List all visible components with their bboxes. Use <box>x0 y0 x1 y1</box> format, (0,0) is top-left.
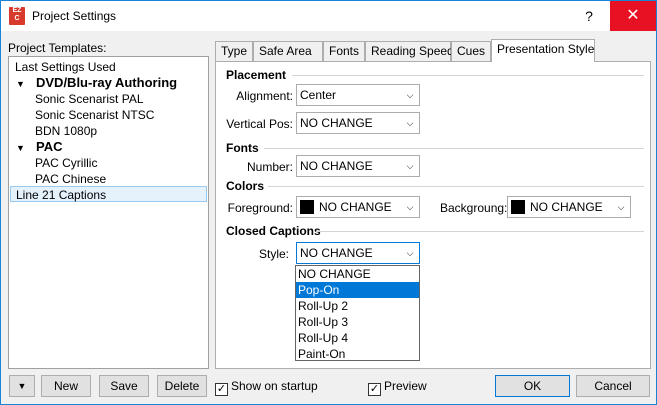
tree-item-label: DVD/Blu-ray Authoring <box>36 75 178 90</box>
project-settings-window: EZ C Project Settings ? ✕ Project Templa… <box>0 0 657 405</box>
expand-arrow-icon[interactable]: ▼ <box>16 140 28 156</box>
style-label: Style: <box>258 247 289 261</box>
project-templates-tree[interactable]: Last Settings Used ▼ DVD/Blu-ray Authorin… <box>8 56 209 369</box>
tab-safe-area[interactable]: Safe Area <box>253 41 323 61</box>
alignment-select[interactable]: Center ⌵ <box>296 84 420 106</box>
tree-item-label: PAC Cyrillic <box>35 156 98 170</box>
presentation-style-panel: Placement Alignment: Center ⌵ Vertical Po… <box>215 61 651 369</box>
app-icon-bottom-text: C <box>14 15 20 22</box>
chevron-down-icon: ⌵ <box>617 202 625 212</box>
delete-button[interactable]: Delete <box>157 375 207 397</box>
vertical-pos-select[interactable]: NO CHANGE ⌵ <box>296 112 420 134</box>
caption-style-select[interactable]: NO CHANGE ⌵ <box>296 242 420 264</box>
save-button[interactable]: Save <box>99 375 149 397</box>
option-pop-on[interactable]: Pop-On <box>296 282 419 298</box>
placement-heading: Placement <box>226 68 287 82</box>
background-value: NO CHANGE <box>530 200 603 214</box>
option-paint-on[interactable]: Paint-On <box>296 346 419 362</box>
tab-cues[interactable]: Cues <box>451 41 491 61</box>
tree-item-label: Last Settings Used <box>15 60 116 74</box>
fonts-heading: Fonts <box>226 141 259 155</box>
triangle-down-icon: ▼ <box>17 381 27 391</box>
tree-item-label: BDN 1080p <box>35 124 98 138</box>
foreground-label: Foreground: <box>227 201 293 215</box>
tree-group-dvd-bluray-authoring[interactable]: ▼ DVD/Blu-ray Authoring <box>16 75 177 91</box>
tree-item-label: PAC <box>36 139 63 154</box>
chevron-down-icon: ⌵ <box>406 118 414 128</box>
fonts-separator <box>264 148 644 149</box>
tree-item-pac-chinese[interactable]: PAC Chinese <box>35 171 106 187</box>
expand-arrow-icon[interactable]: ▼ <box>16 76 28 92</box>
chevron-down-icon: ⌵ <box>406 161 414 171</box>
checkmark-icon[interactable]: ✓ <box>215 383 228 396</box>
tab-fonts[interactable]: Fonts <box>323 41 365 61</box>
option-roll-up-3[interactable]: Roll-Up 3 <box>296 314 419 330</box>
tree-item-label: Sonic Scenarist PAL <box>35 92 144 106</box>
help-button[interactable]: ? <box>575 1 603 31</box>
tree-group-pac[interactable]: ▼ PAC <box>16 139 62 155</box>
option-roll-up-2[interactable]: Roll-Up 2 <box>296 298 419 314</box>
option-no-change[interactable]: NO CHANGE <box>296 266 419 282</box>
foreground-value: NO CHANGE <box>319 200 392 214</box>
font-number-select[interactable]: NO CHANGE ⌵ <box>296 155 420 177</box>
caption-style-value: NO CHANGE <box>300 246 373 260</box>
closed-captions-heading: Closed Captions <box>226 224 321 238</box>
preview-checkbox[interactable]: ✓ Preview <box>368 379 427 396</box>
option-roll-up-4[interactable]: Roll-Up 4 <box>296 330 419 346</box>
number-label: Number: <box>246 160 293 174</box>
app-icon: EZ C <box>9 7 25 25</box>
colors-separator <box>268 186 644 187</box>
foreground-color-select[interactable]: NO CHANGE ⌵ <box>296 196 420 218</box>
closed-captions-separator <box>316 231 644 232</box>
tree-item-label: PAC Chinese <box>35 172 107 186</box>
ok-button[interactable]: OK <box>495 375 570 397</box>
cancel-button[interactable]: Cancel <box>576 375 650 397</box>
alignment-value: Center <box>300 88 337 102</box>
vertical-pos-value: NO CHANGE <box>300 116 373 130</box>
tree-item-line-21-captions[interactable]: Line 21 Captions <box>10 186 207 202</box>
chevron-down-icon: ⌵ <box>406 248 414 258</box>
foreground-color-swatch <box>300 200 314 214</box>
tab-type[interactable]: Type <box>215 41 253 61</box>
background-color-swatch <box>511 200 525 214</box>
close-button[interactable]: ✕ <box>610 1 656 31</box>
caption-style-dropdown-list[interactable]: NO CHANGE Pop-On Roll-Up 2 Roll-Up 3 Rol… <box>295 265 420 361</box>
checkmark-icon[interactable]: ✓ <box>368 383 381 396</box>
window-title: Project Settings <box>32 9 117 23</box>
templates-menu-button[interactable]: ▼ <box>9 375 35 397</box>
preview-label: Preview <box>384 379 427 393</box>
tree-item-pac-cyrillic[interactable]: PAC Cyrillic <box>35 155 97 171</box>
tree-item-last-settings-used[interactable]: Last Settings Used <box>15 59 116 75</box>
chevron-down-icon: ⌵ <box>406 202 414 212</box>
tree-item-sonic-scenarist-pal[interactable]: Sonic Scenarist PAL <box>35 91 144 107</box>
font-number-value: NO CHANGE <box>300 159 373 173</box>
tree-item-bdn-1080p[interactable]: BDN 1080p <box>35 123 97 139</box>
title-bar: EZ C Project Settings ? ✕ <box>1 1 656 31</box>
placement-separator <box>292 75 644 76</box>
tree-item-label: Line 21 Captions <box>16 188 107 202</box>
tree-item-label: Sonic Scenarist NTSC <box>35 108 155 122</box>
vertical-pos-label: Vertical Pos: <box>226 117 293 131</box>
show-on-startup-label: Show on startup <box>231 379 318 393</box>
background-label: Backgroung: <box>440 201 508 215</box>
tab-reading-speed[interactable]: Reading Speed <box>365 41 454 61</box>
project-templates-label: Project Templates: <box>8 41 107 55</box>
background-color-select[interactable]: NO CHANGE ⌵ <box>507 196 631 218</box>
colors-heading: Colors <box>226 179 265 193</box>
show-on-startup-checkbox[interactable]: ✓ Show on startup <box>215 379 318 396</box>
new-button[interactable]: New <box>41 375 91 397</box>
chevron-down-icon: ⌵ <box>406 90 414 100</box>
alignment-label: Alignment: <box>236 89 293 103</box>
app-icon-top-text: EZ <box>12 7 22 14</box>
tree-item-sonic-scenarist-ntsc[interactable]: Sonic Scenarist NTSC <box>35 107 154 123</box>
tab-presentation-style[interactable]: Presentation Style <box>491 39 595 62</box>
